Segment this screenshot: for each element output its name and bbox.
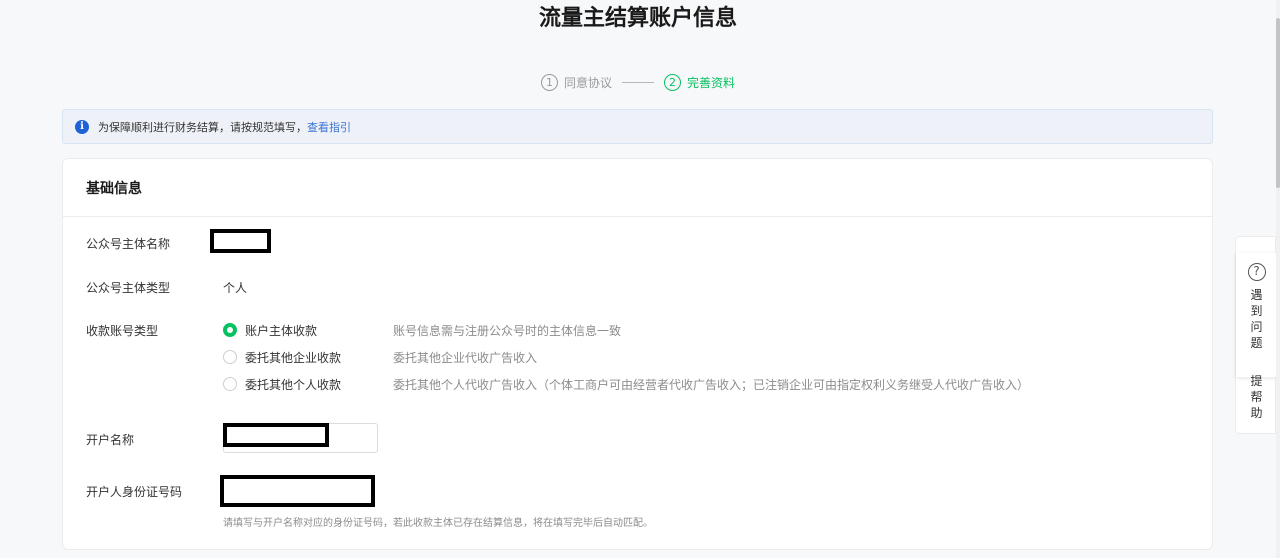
redacted-id-number-input[interactable] bbox=[220, 475, 375, 507]
help-bottom[interactable]: 提帮助 bbox=[1236, 373, 1277, 421]
id-number-label: 开户人身份证号码 bbox=[86, 485, 183, 499]
radio-description: 委托其他企业代收广告收入 bbox=[393, 350, 538, 365]
help-label-bottom: 提帮助 bbox=[1250, 374, 1263, 420]
radio-unchecked-icon[interactable] bbox=[223, 377, 237, 391]
id-number-hint: 请填写与开户名称对应的身份证号码，若此收款主体已存在结算信息，将在填写完毕后自动… bbox=[223, 518, 653, 529]
redacted-account-name bbox=[223, 423, 329, 447]
radio-label[interactable]: 委托其他个人收款 bbox=[245, 376, 393, 393]
radio-unchecked-icon[interactable] bbox=[223, 350, 237, 364]
step-connector bbox=[622, 81, 654, 83]
page-scrollbar[interactable] bbox=[1276, 0, 1280, 558]
encounter-problem-button[interactable]: ? 遇到问题 bbox=[1236, 253, 1277, 377]
question-icon: ? bbox=[1247, 263, 1266, 281]
radio-checked-icon[interactable] bbox=[223, 323, 237, 337]
card-title: 基础信息 bbox=[63, 159, 1212, 217]
scrollbar-thumb[interactable] bbox=[1276, 18, 1280, 188]
entity-type-label: 公众号主体类型 bbox=[86, 281, 171, 295]
notice-text: 为保障顺利进行财务结算，请按规范填写， bbox=[98, 120, 307, 134]
help-label-top: 遇到问题 bbox=[1250, 288, 1263, 350]
radio-label[interactable]: 委托其他企业收款 bbox=[245, 349, 393, 366]
step-agree: 1 同意协议 bbox=[540, 73, 612, 91]
account-name-label: 开户名称 bbox=[86, 433, 135, 447]
help-widget[interactable]: ? 遇到问题 提帮助 bbox=[1235, 236, 1277, 434]
redacted-entity-name bbox=[210, 229, 271, 253]
basic-info-card: 基础信息 公众号主体名称 公众号主体类型 个人 收款账号类型 账户主体收款 账号… bbox=[62, 158, 1213, 550]
entity-type-value: 个人 bbox=[223, 281, 248, 295]
step-indicator: 1 同意协议 2 完善资料 bbox=[0, 70, 1276, 94]
entity-name-label: 公众号主体名称 bbox=[86, 237, 171, 251]
step-label: 同意协议 bbox=[563, 75, 612, 90]
info-notice: i 为保障顺利进行财务结算，请按规范填写， 查看指引 bbox=[62, 109, 1213, 144]
step-label: 完善资料 bbox=[687, 75, 736, 90]
step-complete-info: 2 完善资料 bbox=[664, 73, 736, 91]
account-type-label: 收款账号类型 bbox=[86, 324, 159, 338]
radio-option-individual[interactable]: 委托其他个人收款 委托其他个人代收广告收入（个体工商户可由经营者代收广告收入；已… bbox=[223, 375, 1029, 393]
radio-description: 账号信息需与注册公众号时的主体信息一致 bbox=[393, 323, 622, 338]
radio-option-company[interactable]: 委托其他企业收款 委托其他企业代收广告收入 bbox=[223, 348, 537, 366]
step-number: 1 bbox=[540, 73, 558, 91]
info-icon: i bbox=[75, 119, 89, 134]
radio-description: 委托其他个人代收广告收入（个体工商户可由经营者代收广告收入；已注销企业可由指定权… bbox=[393, 377, 1030, 392]
page-title: 流量主结算账户信息 bbox=[538, 6, 737, 31]
radio-label[interactable]: 账户主体收款 bbox=[245, 322, 393, 339]
radio-option-self[interactable]: 账户主体收款 账号信息需与注册公众号时的主体信息一致 bbox=[223, 321, 621, 339]
view-guide-link[interactable]: 查看指引 bbox=[307, 119, 351, 135]
step-number: 2 bbox=[664, 73, 681, 91]
